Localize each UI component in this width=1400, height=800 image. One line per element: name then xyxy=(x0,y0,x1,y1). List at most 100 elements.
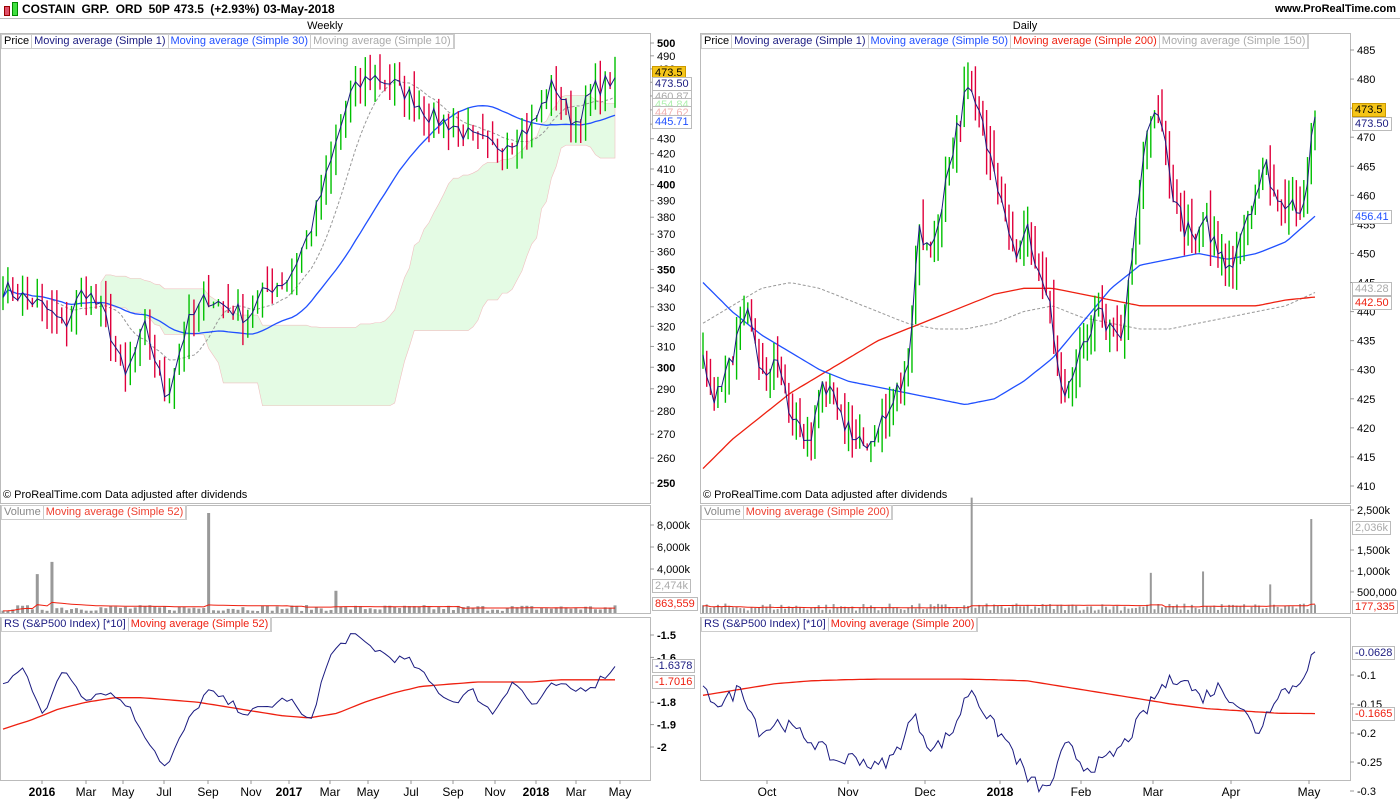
legend-ma200[interactable]: Moving average (Simple 200) xyxy=(1011,35,1160,48)
volume-bar xyxy=(1105,606,1108,613)
legend-volume[interactable]: Volume xyxy=(2,506,44,519)
x-axis-label: 2017 xyxy=(276,785,303,799)
volume-bar xyxy=(1011,604,1014,613)
volume-tick-label: 8,000k xyxy=(657,520,691,532)
volume-bar xyxy=(1187,609,1190,613)
legend-rs[interactable]: RS (S&P500 Index) [*10] xyxy=(2,618,129,631)
volume-bar xyxy=(70,609,74,613)
daily-rs-legend[interactable]: RS (S&P500 Index) [*10] Moving average (… xyxy=(701,617,979,632)
rs-line xyxy=(2,633,616,767)
legend-ma150[interactable]: Moving average (Simple 150) xyxy=(1160,35,1309,48)
legend-rs[interactable]: RS (S&P500 Index) [*10] xyxy=(702,618,829,631)
volume-bar xyxy=(84,610,88,613)
daily-volume-legend[interactable]: Volume Moving average (Simple 200) xyxy=(701,505,894,520)
volume-bar xyxy=(530,606,534,613)
volume-bar xyxy=(540,607,544,613)
x-axis-label: Apr xyxy=(1222,785,1241,799)
volume-bar xyxy=(981,606,984,613)
legend-ma10[interactable]: Moving average (Simple 10) xyxy=(311,35,454,48)
volume-bar xyxy=(451,610,455,613)
volume-bar xyxy=(1168,603,1171,613)
volume-bar xyxy=(1149,572,1152,613)
x-axis-label: Mar xyxy=(1143,785,1164,799)
legend-rs-ma[interactable]: Moving average (Simple 200) xyxy=(829,618,978,631)
volume-bar xyxy=(869,605,872,613)
volume-bar xyxy=(1119,610,1122,613)
volume-bar xyxy=(1179,609,1182,613)
daily-volume-ma-tag: 177,335 xyxy=(1352,600,1398,614)
volume-bar xyxy=(888,603,891,613)
legend-ma1[interactable]: Moving average (Simple 1) xyxy=(732,35,869,48)
volume-bar xyxy=(1108,609,1111,613)
volume-bar xyxy=(1250,607,1253,613)
volume-bar xyxy=(163,606,167,613)
x-axis-label: May xyxy=(112,785,135,799)
legend-volume[interactable]: Volume xyxy=(702,506,744,519)
volume-bar xyxy=(1269,584,1272,613)
volume-bar xyxy=(520,605,524,613)
volume-bar xyxy=(1310,519,1313,613)
volume-bar xyxy=(757,607,760,613)
volume-ma-line xyxy=(702,603,1316,609)
volume-bar xyxy=(772,609,775,613)
legend-rs-ma[interactable]: Moving average (Simple 52) xyxy=(129,618,272,631)
volume-bar xyxy=(1056,605,1059,613)
daily-price-legend[interactable]: Price Moving average (Simple 1) Moving a… xyxy=(701,34,1310,49)
weekly-volume-legend[interactable]: Volume Moving average (Simple 52) xyxy=(1,505,188,520)
volume-bar xyxy=(358,606,362,613)
volume-bar xyxy=(349,609,353,613)
legend-ma30[interactable]: Moving average (Simple 30) xyxy=(169,35,312,48)
price-tick-label: 360 xyxy=(657,247,675,259)
volume-bar xyxy=(907,607,910,613)
volume-bar xyxy=(305,605,309,613)
volume-bar xyxy=(398,608,402,613)
price-tick-label: 400 xyxy=(657,180,675,192)
volume-bar xyxy=(847,607,850,613)
volume-bar xyxy=(285,608,289,613)
volume-bar xyxy=(892,607,895,613)
volume-bar xyxy=(564,607,568,613)
volume-bar xyxy=(1284,605,1287,613)
rs-tick-label: -0.25 xyxy=(1357,757,1382,769)
price-tick-label: 490 xyxy=(657,51,675,63)
legend-price[interactable]: Price xyxy=(2,35,33,48)
volume-bar xyxy=(187,608,191,613)
volume-bar xyxy=(1078,610,1081,613)
volume-bar xyxy=(806,609,809,613)
volume-bar xyxy=(417,606,421,613)
rs-ma-line xyxy=(2,679,615,730)
daily-rs-ma-tag: -0.1665 xyxy=(1352,707,1396,721)
volume-bar xyxy=(182,607,186,613)
legend-price[interactable]: Price xyxy=(702,35,733,48)
legend-volume-ma[interactable]: Moving average (Simple 52) xyxy=(44,506,187,519)
volume-bar xyxy=(731,607,734,613)
volume-bar xyxy=(1314,604,1316,613)
legend-ma1[interactable]: Moving average (Simple 1) xyxy=(32,35,169,48)
daily-last-price-tag: 473.5 xyxy=(1352,103,1386,117)
volume-tick-label: 6,000k xyxy=(657,542,691,554)
panel-frame xyxy=(700,505,1351,614)
x-axis-label: Jul xyxy=(403,785,418,799)
x-axis-label: May xyxy=(1298,785,1321,799)
volume-bar xyxy=(74,608,78,613)
legend-ma50[interactable]: Moving average (Simple 50) xyxy=(869,35,1012,48)
volume-bar xyxy=(989,610,992,613)
price-tick-label: 370 xyxy=(657,229,675,241)
weekly-price-legend[interactable]: Price Moving average (Simple 1) Moving a… xyxy=(1,34,455,49)
volume-bar xyxy=(1209,606,1212,613)
volume-bar xyxy=(510,606,514,613)
rs-ma-line xyxy=(702,678,1316,715)
daily-ma150-tag: 443.28 xyxy=(1352,282,1392,296)
volume-bar xyxy=(466,606,470,613)
volume-bar xyxy=(260,605,264,613)
weekly-rs-legend[interactable]: RS (S&P500 Index) [*10] Moving average (… xyxy=(1,617,273,632)
x-axis-label: Sep xyxy=(197,785,219,799)
volume-bar xyxy=(1116,606,1119,613)
volume-bar xyxy=(1086,606,1089,613)
volume-bar xyxy=(549,608,553,613)
volume-bar xyxy=(60,607,64,613)
chart-canvas[interactable]: 5004904804704604504404304204104003903803… xyxy=(0,0,1400,800)
volume-bar xyxy=(569,608,573,613)
legend-volume-ma[interactable]: Moving average (Simple 200) xyxy=(744,506,893,519)
volume-bar xyxy=(754,608,757,613)
